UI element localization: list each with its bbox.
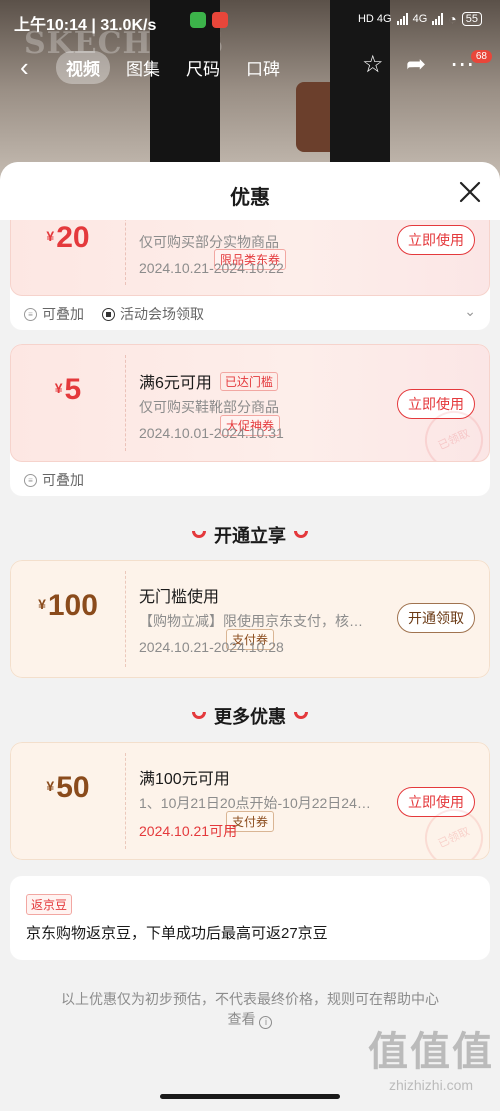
tab-gallery[interactable]: 图集 bbox=[116, 51, 170, 84]
coupon-body: ¥5 大促神券 满6元可用 已达门槛 仅可购买鞋靴部分商品 2024.10.01-… bbox=[10, 344, 490, 462]
coupon-amount: ¥50 bbox=[11, 771, 125, 805]
star-icon[interactable]: ☆ bbox=[362, 50, 384, 79]
coupon-title-text: 满6元可用 bbox=[139, 375, 212, 392]
notification-app-icon bbox=[212, 12, 228, 28]
coupon-date: 2024.10.21-2024.10.28 bbox=[139, 639, 284, 655]
battery-icon: 55 bbox=[461, 12, 482, 26]
currency-symbol: ¥ bbox=[46, 228, 55, 244]
coupon-sheet: 优惠 ¥20 限品类东券 仅可购买部分实物商品 2024.10.21-2024.… bbox=[0, 162, 500, 1111]
section-title-text: 更多优惠 bbox=[214, 707, 286, 727]
coupon-card: ¥100 支付券 无门槛使用 【购物立减】限使用京东支付，核… 2024.10.… bbox=[10, 560, 490, 678]
status-bar: 上午10:14 | 31.0K/s HD 4G 4G ◔ 55 bbox=[0, 0, 500, 40]
tab-size[interactable]: 尺码 bbox=[176, 51, 230, 84]
clock-text: 上午10:14 bbox=[14, 17, 87, 34]
bean-text: 京东购物返京豆，下单成功后最高可返27京豆 bbox=[26, 925, 328, 942]
network-speed: 31.0K/s bbox=[100, 17, 157, 34]
coupon-title: 满6元可用 已达门槛 bbox=[139, 369, 278, 393]
status-indicators: HD 4G 4G ◔ 55 bbox=[358, 11, 482, 27]
source-text: 活动会场领取 bbox=[120, 306, 204, 322]
stackable-label: ≡ 可叠加 bbox=[24, 470, 84, 490]
section-title-open: 开通立享 bbox=[0, 522, 500, 548]
coupon-divider bbox=[125, 753, 126, 849]
back-icon[interactable]: ‹ bbox=[20, 52, 29, 83]
network-label: 4G bbox=[412, 13, 428, 25]
currency-symbol: ¥ bbox=[46, 778, 55, 794]
product-top-nav: ‹ 视频 图集 尺码 口碑 ☆ ➦ ⋯ 68 bbox=[0, 46, 500, 86]
watermark-logo: 值值值 bbox=[368, 1028, 494, 1075]
section-title-text: 开通立享 bbox=[214, 526, 286, 546]
wechat-icon bbox=[190, 12, 206, 28]
sheet-header: 优惠 bbox=[0, 162, 500, 220]
currency-symbol: ¥ bbox=[38, 596, 46, 612]
coupon-footer: ≡ 可叠加 活动会场领取 ⌄ bbox=[10, 296, 490, 330]
coupon-amount: ¥20 bbox=[11, 221, 125, 255]
use-now-button[interactable]: 立即使用 bbox=[397, 225, 475, 255]
coupon-divider bbox=[125, 355, 126, 451]
amount-value: 100 bbox=[47, 589, 98, 622]
coupon-body: ¥50 支付券 满100元可用 1、10月21日20点开始-10月22日24… … bbox=[10, 742, 490, 860]
site-watermark: 值值值 zhizhizhi.com bbox=[368, 1019, 494, 1093]
watermark-url: zhizhizhi.com bbox=[388, 1077, 474, 1093]
signal-icon bbox=[396, 13, 408, 25]
chevron-down-icon[interactable]: ⌄ bbox=[464, 303, 476, 320]
bean-label: 返京豆 bbox=[26, 894, 73, 915]
stack-icon: ≡ bbox=[24, 307, 37, 321]
wifi-icon: ◔ bbox=[448, 11, 457, 27]
stack-icon: ≡ bbox=[24, 473, 37, 487]
amount-value: 5 bbox=[64, 373, 82, 406]
smile-icon bbox=[192, 712, 206, 719]
smile-icon bbox=[294, 712, 308, 719]
coupon-title: 满100元可用 bbox=[139, 771, 230, 788]
coupon-amount: ¥5 bbox=[11, 373, 125, 407]
section-title-more: 更多优惠 bbox=[0, 703, 500, 729]
stackable-label: ≡ 可叠加 bbox=[24, 304, 84, 324]
coupon-desc: 仅可购买鞋靴部分商品 bbox=[139, 399, 279, 415]
close-icon[interactable] bbox=[458, 180, 482, 204]
status-time: 上午10:14 | 31.0K/s bbox=[14, 17, 157, 34]
home-indicator[interactable] bbox=[160, 1094, 340, 1099]
message-badge: 68 bbox=[470, 50, 492, 63]
smile-icon bbox=[294, 531, 308, 538]
stackable-text: 可叠加 bbox=[42, 306, 84, 322]
coupon-date: 2024.10.21可用 bbox=[139, 823, 238, 839]
signal-icon bbox=[432, 13, 444, 25]
jd-bean-card: 返京豆 京东购物返京豆，下单成功后最高可返27京豆 bbox=[10, 876, 490, 960]
coupon-date: 2024.10.21-2024.10.22 bbox=[139, 260, 284, 276]
media-tabs: 视频 图集 尺码 口碑 bbox=[56, 51, 290, 84]
hd-network-label: HD 4G bbox=[357, 13, 392, 25]
info-icon[interactable]: i bbox=[259, 1016, 273, 1029]
coupon-title: 无门槛使用 bbox=[139, 589, 220, 606]
threshold-reached-badge: 已达门槛 bbox=[219, 372, 278, 391]
coupon-date: 2024.10.01-2024.10.31 bbox=[139, 425, 284, 441]
activate-claim-button[interactable]: 开通领取 bbox=[397, 603, 475, 633]
coupon-desc: 仅可购买部分实物商品 bbox=[139, 234, 279, 250]
smile-icon bbox=[192, 531, 206, 538]
tab-reviews[interactable]: 口碑 bbox=[236, 51, 290, 84]
coupon-amount: ¥100 bbox=[11, 589, 125, 623]
coupon-footer: ≡ 可叠加 bbox=[10, 462, 490, 496]
venue-icon bbox=[102, 307, 115, 321]
coupon-desc: 1、10月21日20点开始-10月22日24… bbox=[139, 795, 371, 811]
coupon-card: ¥50 支付券 满100元可用 1、10月21日20点开始-10月22日24… … bbox=[10, 742, 490, 860]
amount-value: 50 bbox=[56, 771, 90, 804]
share-icon[interactable]: ➦ bbox=[406, 50, 426, 79]
coupon-card: ¥5 大促神券 满6元可用 已达门槛 仅可购买鞋靴部分商品 2024.10.01-… bbox=[10, 344, 490, 496]
coupon-desc: 【购物立减】限使用京东支付，核… bbox=[139, 613, 363, 629]
sheet-title: 优惠 bbox=[230, 187, 270, 209]
source-label: 活动会场领取 bbox=[102, 304, 204, 324]
coupon-divider bbox=[125, 571, 126, 667]
coupon-body: ¥100 支付券 无门槛使用 【购物立减】限使用京东支付，核… 2024.10.… bbox=[10, 560, 490, 678]
tab-video[interactable]: 视频 bbox=[56, 51, 110, 84]
stackable-text: 可叠加 bbox=[42, 472, 84, 488]
currency-symbol: ¥ bbox=[54, 380, 63, 396]
amount-value: 20 bbox=[56, 221, 90, 254]
